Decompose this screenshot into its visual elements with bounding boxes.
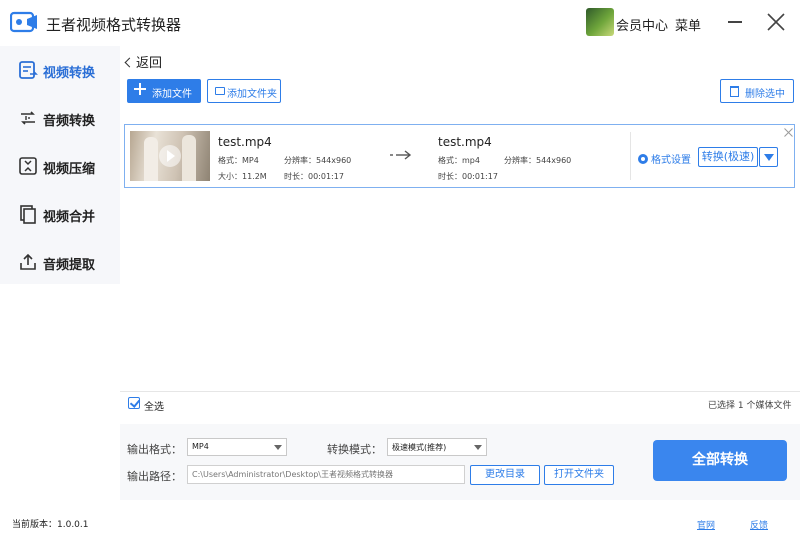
convert-all-button[interactable]: 全部转换 [653, 440, 787, 481]
add-folder-button[interactable]: 添加文件夹 [207, 79, 281, 103]
convert-dropdown-button[interactable] [759, 147, 778, 167]
title-bar: 王者视频格式转换器 会员中心 菜单 [0, 0, 800, 46]
website-link[interactable]: 官网 [697, 518, 715, 531]
audio-extract-icon [20, 253, 36, 270]
chevron-down-icon [474, 445, 482, 450]
source-resolution: 分辨率：544x960 [284, 156, 352, 165]
minimize-icon[interactable] [728, 21, 742, 23]
video-convert-icon [19, 61, 38, 79]
delete-selected-button[interactable]: 删除选中 [720, 79, 794, 103]
output-format-label: 输出格式： [127, 443, 182, 456]
target-file-name: test.mp4 [438, 135, 492, 149]
add-folder-label: 添加文件夹 [227, 89, 277, 100]
sidebar-item-video-compress[interactable]: 视频压缩 [0, 142, 120, 190]
source-format: 格式：MP4 [218, 156, 259, 165]
video-compress-icon [19, 157, 37, 175]
output-format-select[interactable]: MP4 [187, 438, 287, 456]
chevron-down-icon [274, 445, 282, 450]
member-center-button[interactable]: 会员中心 [616, 15, 668, 34]
add-file-button[interactable]: 添加文件 [127, 79, 201, 103]
app-window: 王者视频格式转换器 会员中心 菜单 视频转换 音频转换 视频压缩 视频合并 音频… [0, 0, 800, 543]
sidebar-item-audio-convert[interactable]: 音频转换 [0, 94, 120, 142]
convert-button[interactable]: 转换(极速) [698, 147, 758, 167]
sidebar-item-video-merge[interactable]: 视频合并 [0, 190, 120, 238]
feedback-link[interactable]: 反馈 [750, 518, 768, 531]
status-bar [0, 502, 800, 543]
sidebar-item-label: 音频转换 [43, 114, 96, 129]
chevron-left-icon [124, 57, 135, 68]
convert-mode-value: 极速模式(推荐) [392, 443, 447, 452]
format-settings-label: 格式设置 [651, 155, 691, 166]
divider [120, 391, 800, 392]
delete-selected-label: 删除选中 [745, 89, 785, 100]
video-thumbnail[interactable] [130, 131, 210, 181]
output-path-input[interactable] [187, 465, 465, 484]
sidebar-item-label: 视频转换 [43, 66, 96, 81]
convert-mode-select[interactable]: 极速模式(推荐) [387, 438, 487, 456]
target-duration: 时长：00:01:17 [438, 172, 498, 181]
target-format: 格式：mp4 [438, 156, 480, 165]
version-text: 当前版本：1.0.0.1 [12, 520, 89, 530]
output-path-label: 输出路径： [127, 470, 182, 483]
format-settings-button[interactable]: 格式设置 [638, 151, 691, 166]
back-button[interactable]: 返回 [124, 52, 163, 71]
target-resolution: 分辨率：544x960 [504, 156, 572, 165]
avatar[interactable] [586, 8, 614, 36]
select-all-checkbox[interactable] [128, 397, 140, 409]
sidebar-item-video-convert[interactable]: 视频转换 [0, 46, 120, 94]
play-icon[interactable] [159, 145, 181, 167]
output-format-value: MP4 [192, 442, 209, 451]
close-icon[interactable] [766, 12, 786, 32]
selection-info: 已选择 1 个媒体文件 [708, 401, 792, 411]
audio-convert-icon [21, 111, 35, 125]
trash-icon [730, 86, 739, 97]
folder-icon [215, 87, 225, 95]
open-folder-button[interactable]: 打开文件夹 [544, 465, 614, 485]
menu-button[interactable]: 菜单 [675, 15, 701, 34]
gear-icon [638, 154, 648, 164]
change-directory-button[interactable]: 更改目录 [470, 465, 540, 485]
select-all-label[interactable]: 全选 [144, 398, 164, 413]
sidebar-item-label: 视频压缩 [43, 162, 96, 177]
source-file-name: test.mp4 [218, 135, 272, 149]
sidebar-item-label: 音频提取 [43, 258, 96, 273]
app-title: 王者视频格式转换器 [46, 16, 182, 34]
video-merge-icon [20, 205, 36, 224]
arrow-right-icon [390, 150, 412, 160]
sidebar-item-label: 视频合并 [43, 210, 96, 225]
plus-icon [134, 83, 146, 95]
card-divider [630, 132, 631, 180]
convert-mode-label: 转换模式： [327, 443, 382, 456]
sidebar-item-audio-extract[interactable]: 音频提取 [0, 238, 120, 286]
app-logo-icon [10, 11, 37, 33]
back-label: 返回 [136, 56, 163, 71]
sidebar: 视频转换 音频转换 视频压缩 视频合并 音频提取 [0, 46, 120, 284]
remove-file-icon[interactable] [784, 128, 793, 137]
source-duration: 时长：00:01:17 [284, 172, 344, 181]
source-size: 大小：11.2M [218, 172, 267, 181]
add-file-label: 添加文件 [152, 89, 192, 100]
